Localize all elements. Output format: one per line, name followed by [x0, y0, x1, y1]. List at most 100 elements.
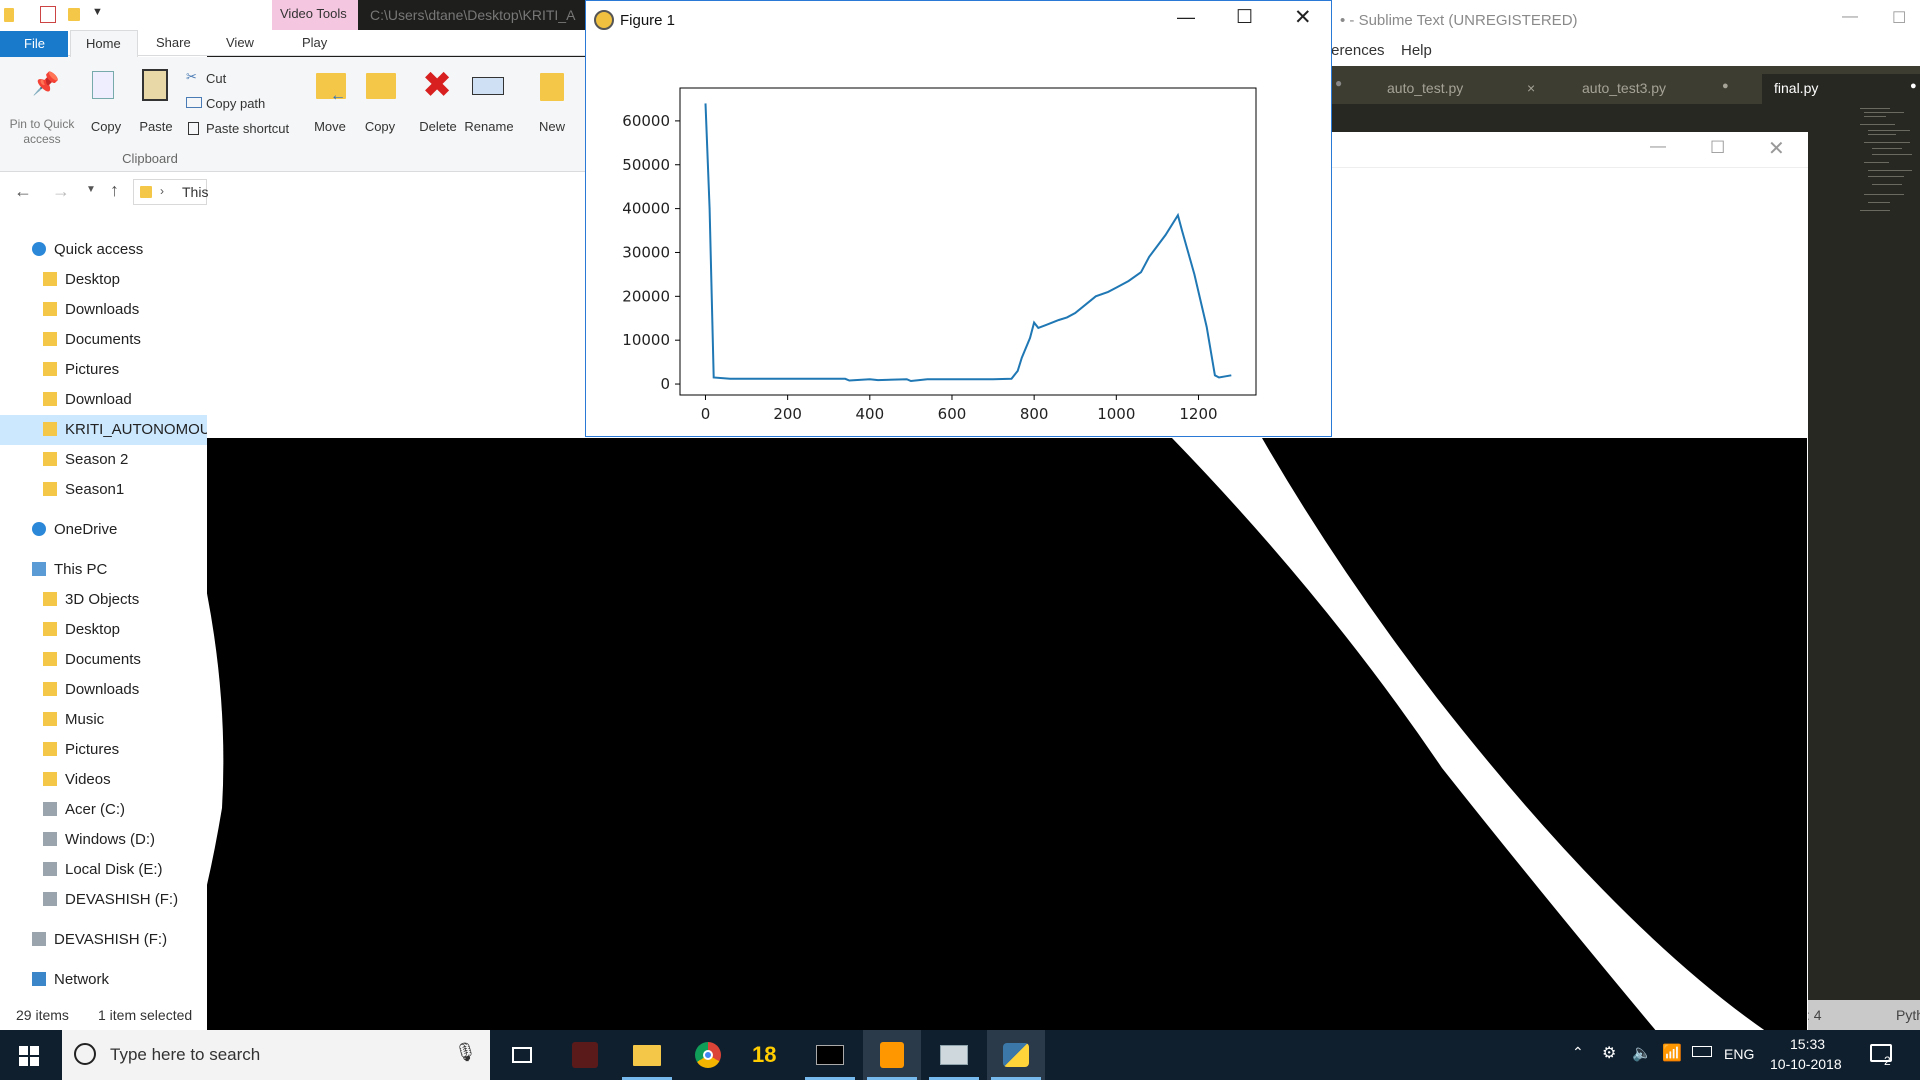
- nav-item[interactable]: 3D Objects: [0, 585, 207, 615]
- paste-button[interactable]: Paste: [138, 65, 174, 140]
- nav-item[interactable]: Network: [0, 965, 207, 995]
- explorer-statusbar: 29 items 1 item selected: [0, 1000, 207, 1030]
- arrow-left-icon: ←: [330, 87, 346, 104]
- tab-final[interactable]: final.py ●: [1762, 74, 1920, 104]
- nav-item[interactable]: Videos: [0, 765, 207, 795]
- tab-share[interactable]: Share: [156, 35, 191, 50]
- close-icon[interactable]: ✕: [1768, 136, 1785, 161]
- folder-icon: [43, 362, 57, 376]
- nav-item[interactable]: Local Disk (E:): [0, 855, 207, 885]
- dirty-dot-icon[interactable]: ●: [1722, 80, 1729, 92]
- tab-home[interactable]: Home: [70, 30, 138, 57]
- rename-button[interactable]: Rename: [464, 65, 514, 140]
- delete-button[interactable]: ✖ Delete: [414, 65, 462, 140]
- minimize-icon[interactable]: —: [1177, 7, 1195, 28]
- tab-file[interactable]: File: [0, 31, 68, 57]
- back-icon[interactable]: ←: [14, 181, 32, 202]
- nav-item-label: DEVASHISH (F:): [65, 891, 179, 908]
- close-icon[interactable]: ×: [1527, 80, 1535, 96]
- show-hidden-icons[interactable]: ⌃: [1572, 1044, 1584, 1061]
- chrome-button[interactable]: [679, 1030, 737, 1080]
- minimize-icon[interactable]: —: [1650, 138, 1666, 156]
- maximize-icon[interactable]: ☐: [1892, 8, 1906, 28]
- close-icon[interactable]: ✕: [1294, 5, 1312, 30]
- tools-icon[interactable]: ⚙: [1602, 1043, 1616, 1063]
- task-view-button[interactable]: [502, 1030, 542, 1080]
- language-indicator[interactable]: ENG: [1724, 1046, 1754, 1062]
- start-button[interactable]: [0, 1030, 60, 1080]
- properties-icon[interactable]: [40, 6, 56, 23]
- nav-item[interactable]: Desktop: [0, 615, 207, 645]
- recent-dropdown-icon[interactable]: ▼: [86, 184, 96, 195]
- move-to-button[interactable]: ← Move: [308, 65, 352, 140]
- nav-item-label: Desktop: [65, 271, 121, 288]
- nav-item[interactable]: OneDrive: [0, 515, 207, 545]
- figure-window: Figure 1 — ☐ ✕ 0 200 400 600 800 1000 1200 0 100…: [585, 0, 1332, 437]
- folder-icon[interactable]: [4, 8, 14, 22]
- nav-item[interactable]: Documents: [0, 325, 207, 355]
- nav-item[interactable]: Download: [0, 385, 207, 415]
- dirty-dot-icon[interactable]: ●: [1910, 80, 1917, 92]
- x-tick-label: 600: [938, 405, 967, 423]
- nav-item[interactable]: Season1: [0, 475, 207, 505]
- volume-icon[interactable]: 🔈: [1632, 1043, 1652, 1063]
- folder-icon: [43, 682, 57, 696]
- search-box[interactable]: Type here to search 🎙: [62, 1030, 490, 1080]
- menu-help[interactable]: Help: [1401, 42, 1432, 59]
- wifi-icon[interactable]: 📶: [1662, 1043, 1682, 1063]
- breadcrumb[interactable]: This: [182, 184, 208, 200]
- nav-item[interactable]: Acer (C:): [0, 795, 207, 825]
- nav-item[interactable]: DEVASHISH (F:): [0, 925, 207, 955]
- paste-label: Paste: [139, 119, 173, 134]
- nav-item[interactable]: Downloads: [0, 295, 207, 325]
- file-explorer-button[interactable]: [618, 1030, 676, 1080]
- pin-button[interactable]: 📌 Pin to Quick access: [8, 65, 78, 155]
- tab-view[interactable]: View: [226, 35, 254, 50]
- forward-icon[interactable]: →: [52, 181, 70, 202]
- menu-preferences[interactable]: ferences: [1327, 42, 1385, 59]
- new-folder-icon[interactable]: [68, 8, 80, 21]
- status-syntax[interactable]: Pyth: [1896, 1007, 1920, 1023]
- minimize-icon[interactable]: —: [1842, 8, 1858, 26]
- nav-item[interactable]: This PC: [0, 555, 207, 585]
- new-folder-button[interactable]: New: [530, 65, 574, 140]
- ribbon-context-header: Video Tools: [272, 0, 358, 30]
- nav-item[interactable]: Windows (D:): [0, 825, 207, 855]
- nav-item[interactable]: KRITI_AUTONOMOUS: [0, 415, 207, 445]
- search-placeholder: Type here to search: [110, 1045, 261, 1064]
- tab-play[interactable]: Play: [302, 35, 327, 50]
- photos-button[interactable]: [925, 1030, 983, 1080]
- microphone-icon[interactable]: 🎙: [454, 1042, 477, 1063]
- terminal-button[interactable]: [801, 1030, 859, 1080]
- nav-item[interactable]: Pictures: [0, 355, 207, 385]
- app-18-button[interactable]: 18: [740, 1030, 798, 1080]
- sublime-text-button[interactable]: [863, 1030, 921, 1080]
- status-indent[interactable]: : 4: [1806, 1007, 1822, 1023]
- nav-item[interactable]: Music: [0, 705, 207, 735]
- minimap[interactable]: [1860, 104, 1920, 234]
- copy-path-button[interactable]: Copy path: [186, 94, 296, 114]
- cut-button[interactable]: ✂ Cut: [186, 69, 296, 89]
- acer-app-button[interactable]: [556, 1030, 614, 1080]
- nav-item[interactable]: DEVASHISH (F:): [0, 885, 207, 915]
- tab-auto-test[interactable]: auto_test.py ×: [1375, 74, 1545, 104]
- paste-shortcut-button[interactable]: Paste shortcut: [186, 119, 296, 139]
- nav-item[interactable]: Quick access: [0, 235, 207, 265]
- nav-item[interactable]: Desktop: [0, 265, 207, 295]
- maximize-icon[interactable]: ☐: [1710, 138, 1725, 158]
- nav-item[interactable]: Pictures: [0, 735, 207, 765]
- copy-to-button[interactable]: Copy: [358, 65, 402, 140]
- maximize-icon[interactable]: ☐: [1236, 6, 1253, 29]
- customize-icon[interactable]: ▼: [92, 6, 103, 18]
- nav-item[interactable]: Downloads: [0, 675, 207, 705]
- python-button[interactable]: [987, 1030, 1045, 1080]
- nav-item[interactable]: Documents: [0, 645, 207, 675]
- battery-icon[interactable]: [1692, 1046, 1712, 1057]
- nav-item[interactable]: Season 2: [0, 445, 207, 475]
- copy-button[interactable]: Copy: [88, 65, 124, 140]
- up-arrow-icon[interactable]: ↑: [110, 180, 119, 201]
- action-center-button[interactable]: 2: [1862, 1038, 1902, 1072]
- tab-auto-test3[interactable]: auto_test3.py ●: [1570, 74, 1740, 104]
- address-bar[interactable]: › This: [133, 179, 208, 205]
- clock[interactable]: 15:33 10-10-2018: [1768, 1034, 1848, 1076]
